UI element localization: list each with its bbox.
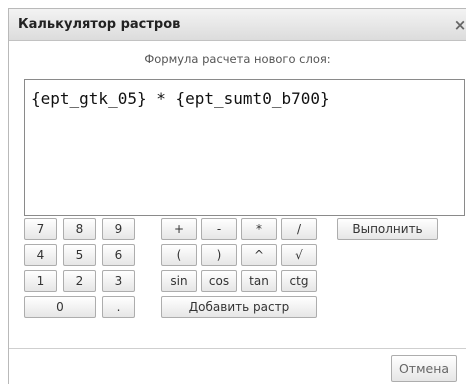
formula-label: Формула расчета нового слоя: (144, 52, 331, 66)
execute-button[interactable]: Выполнить (337, 218, 438, 240)
close-icon[interactable]: × (450, 15, 466, 35)
key-open-paren[interactable]: ( (161, 244, 197, 266)
key-sin[interactable]: sin (161, 270, 197, 292)
formula-input[interactable]: {ept_gtk_05} * {ept_sumt0_b700} (24, 79, 465, 216)
footer-divider (9, 348, 466, 349)
key-5[interactable]: 5 (63, 244, 96, 266)
dialog-titlebar[interactable]: Калькулятор растров × (9, 9, 466, 41)
key-0[interactable]: 0 (24, 296, 96, 318)
key-3[interactable]: 3 (102, 270, 135, 292)
key-2[interactable]: 2 (63, 270, 96, 292)
key-4[interactable]: 4 (24, 244, 57, 266)
key-7[interactable]: 7 (24, 218, 57, 240)
key-sqrt[interactable]: √ (281, 244, 317, 266)
key-8[interactable]: 8 (63, 218, 96, 240)
key-tan[interactable]: tan (241, 270, 277, 292)
key-power[interactable]: ^ (241, 244, 277, 266)
raster-calculator-dialog: Калькулятор растров × Формула расчета но… (8, 8, 466, 384)
dialog-title: Калькулятор растров (18, 17, 181, 32)
key-9[interactable]: 9 (102, 218, 135, 240)
key-plus[interactable]: + (161, 218, 197, 240)
key-close-paren[interactable]: ) (201, 244, 237, 266)
cancel-button[interactable]: Отмена (391, 355, 457, 382)
key-decimal-point[interactable]: . (102, 296, 135, 318)
add-raster-button[interactable]: Добавить растр (161, 296, 317, 318)
key-minus[interactable]: - (201, 218, 237, 240)
key-divide[interactable]: / (281, 218, 317, 240)
key-6[interactable]: 6 (102, 244, 135, 266)
key-ctg[interactable]: ctg (281, 270, 317, 292)
key-1[interactable]: 1 (24, 270, 57, 292)
key-cos[interactable]: cos (201, 270, 237, 292)
key-multiply[interactable]: * (241, 218, 277, 240)
